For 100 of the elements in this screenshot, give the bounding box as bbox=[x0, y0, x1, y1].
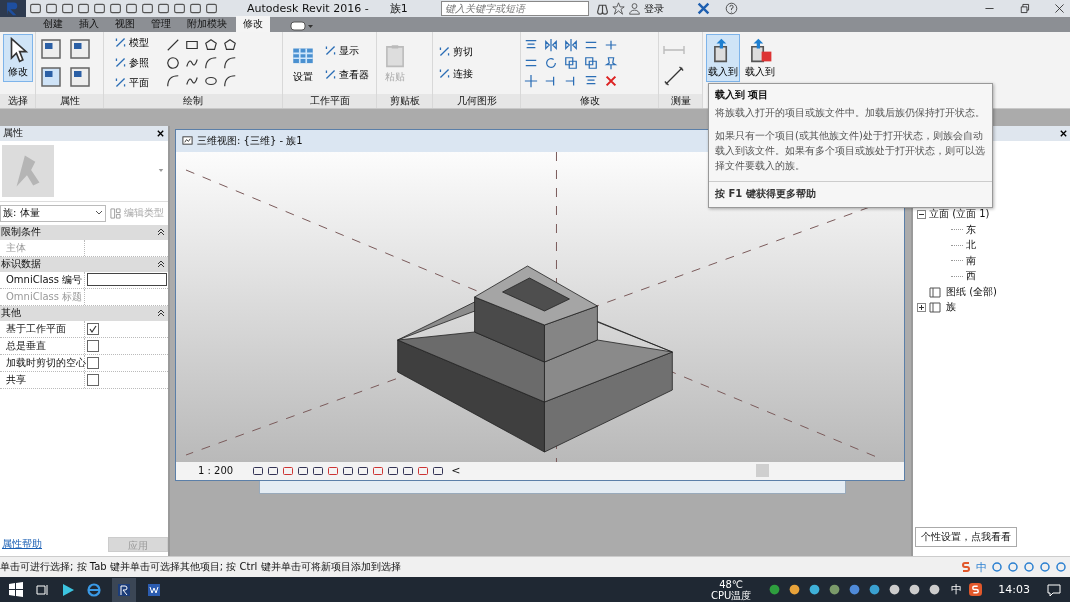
toolbar-icon[interactable] bbox=[61, 2, 74, 15]
properties-icon[interactable] bbox=[39, 36, 63, 61]
tray-icon[interactable] bbox=[768, 583, 782, 597]
ribbon-button[interactable]: 模型 bbox=[112, 34, 162, 51]
restore-icon[interactable] bbox=[1018, 2, 1031, 15]
user-icon[interactable] bbox=[627, 2, 641, 15]
toolbar-icon[interactable] bbox=[93, 2, 106, 15]
collapse-arrow[interactable]: < bbox=[451, 464, 461, 478]
tree-item[interactable]: 北 bbox=[966, 238, 976, 253]
pentagon-icon[interactable] bbox=[223, 37, 237, 52]
tree-toggle-icon[interactable] bbox=[917, 302, 926, 312]
group-header[interactable]: 限制条件 bbox=[0, 224, 168, 240]
toolbar-icon[interactable] bbox=[141, 2, 154, 15]
tray-icon[interactable] bbox=[848, 583, 862, 597]
tree-toggle-icon[interactable] bbox=[917, 209, 926, 219]
ribbon-button[interactable]: 平面 bbox=[112, 74, 162, 91]
ribbon-button[interactable]: 载入到 bbox=[706, 34, 740, 82]
properties-icon[interactable] bbox=[39, 64, 63, 89]
view-control-icon[interactable] bbox=[327, 464, 340, 477]
input-mode-label[interactable]: 中 bbox=[976, 559, 987, 575]
sogou-icon[interactable] bbox=[969, 583, 983, 597]
ribbon-tab[interactable]: 修改 bbox=[236, 16, 270, 32]
ime-tool-icon[interactable] bbox=[1039, 561, 1051, 573]
group-header[interactable]: 其他 bbox=[0, 305, 168, 321]
help-link[interactable]: 属性帮助 bbox=[0, 537, 42, 552]
start-icon[interactable] bbox=[8, 581, 24, 598]
delete-icon[interactable] bbox=[604, 73, 618, 88]
scale-icon[interactable] bbox=[564, 55, 578, 70]
ribbon-tab[interactable]: 管理 bbox=[144, 16, 178, 32]
tree-item[interactable]: 西 bbox=[966, 269, 976, 284]
ribbon-tab[interactable]: 视图 bbox=[108, 16, 142, 32]
collapse-icon[interactable] bbox=[157, 260, 165, 269]
tree-item[interactable]: 南 bbox=[966, 253, 976, 268]
ribbon-button[interactable]: 设置 bbox=[286, 38, 320, 87]
tray-icon[interactable] bbox=[928, 583, 942, 597]
toolbar-icon[interactable] bbox=[45, 2, 58, 15]
dimension-icon[interactable] bbox=[662, 64, 686, 87]
close-icon[interactable] bbox=[156, 128, 165, 138]
exchange-icon[interactable] bbox=[696, 2, 710, 15]
clock[interactable]: 14:03 bbox=[998, 583, 1030, 597]
view-control-icon[interactable] bbox=[417, 464, 430, 477]
app-icon[interactable] bbox=[112, 577, 136, 602]
sign-in-link[interactable]: 登录 bbox=[643, 1, 664, 16]
checkbox[interactable] bbox=[87, 356, 99, 369]
view-control-icon[interactable] bbox=[282, 464, 295, 477]
ribbon-tab[interactable]: 创建 bbox=[36, 16, 70, 32]
tray-icon[interactable] bbox=[888, 583, 902, 597]
arc-icon[interactable] bbox=[166, 73, 180, 88]
toolbar-icon[interactable] bbox=[125, 2, 138, 15]
star-icon[interactable] bbox=[611, 2, 625, 15]
ribbon-button[interactable]: 查看器 bbox=[322, 66, 372, 83]
checkbox[interactable] bbox=[87, 322, 99, 335]
toolbar-icon[interactable] bbox=[77, 2, 90, 15]
view-control-icon[interactable] bbox=[312, 464, 325, 477]
ribbon-button[interactable]: 显示 bbox=[322, 42, 372, 59]
mirror-icon[interactable] bbox=[544, 37, 558, 52]
notification-icon[interactable] bbox=[1046, 581, 1062, 598]
toolbar-icon[interactable] bbox=[189, 2, 202, 15]
ime-tool-icon[interactable] bbox=[1007, 561, 1019, 573]
view-control-icon[interactable] bbox=[372, 464, 385, 477]
close-icon[interactable] bbox=[1059, 128, 1068, 138]
type-selector[interactable]: 族: 体量 bbox=[0, 204, 106, 222]
toolbar-icon[interactable] bbox=[29, 2, 42, 15]
group-header[interactable]: 标识数据 bbox=[0, 256, 168, 272]
arc-icon[interactable] bbox=[223, 55, 237, 70]
toolbar-icon[interactable] bbox=[205, 2, 218, 15]
collapse-icon[interactable] bbox=[157, 228, 165, 237]
play-icon[interactable] bbox=[60, 581, 76, 598]
properties-icon[interactable] bbox=[68, 36, 92, 61]
tray-icon[interactable] bbox=[788, 583, 802, 597]
pin-icon[interactable] bbox=[604, 55, 618, 70]
toolbar-icon[interactable] bbox=[109, 2, 122, 15]
mirror-icon[interactable] bbox=[564, 37, 578, 52]
arc-icon[interactable] bbox=[223, 73, 237, 88]
ime-tool-icon[interactable] bbox=[1023, 561, 1035, 573]
checkbox[interactable] bbox=[87, 339, 99, 352]
view-control-icon[interactable] bbox=[252, 464, 265, 477]
view-control-icon[interactable] bbox=[432, 464, 445, 477]
pentagon-icon[interactable] bbox=[204, 37, 218, 52]
view-control-icon[interactable] bbox=[267, 464, 280, 477]
ime-tool-icon[interactable] bbox=[1055, 561, 1067, 573]
tray-icon[interactable] bbox=[828, 583, 842, 597]
view-control-icon[interactable] bbox=[342, 464, 355, 477]
line-icon[interactable] bbox=[166, 37, 180, 52]
ime-tool-icon[interactable] bbox=[991, 561, 1003, 573]
view-control-icon[interactable] bbox=[297, 464, 310, 477]
browser-icon[interactable] bbox=[86, 581, 102, 598]
scrollbar-thumb[interactable] bbox=[756, 464, 769, 478]
word-icon[interactable] bbox=[146, 581, 162, 598]
view-control-icon[interactable] bbox=[387, 464, 400, 477]
tray-icon[interactable] bbox=[868, 583, 882, 597]
dropdown-icon[interactable] bbox=[158, 168, 164, 174]
property-input[interactable] bbox=[87, 273, 167, 287]
properties-icon[interactable] bbox=[68, 64, 92, 89]
view-control-icon[interactable] bbox=[402, 464, 415, 477]
tree-item[interactable]: 族 bbox=[946, 300, 956, 315]
ribbon-button[interactable]: 参照 bbox=[112, 54, 162, 71]
ribbon-button[interactable]: 修改 bbox=[3, 34, 33, 82]
ribbon-tab[interactable]: 插入 bbox=[72, 16, 106, 32]
collapse-icon[interactable] bbox=[157, 309, 165, 318]
